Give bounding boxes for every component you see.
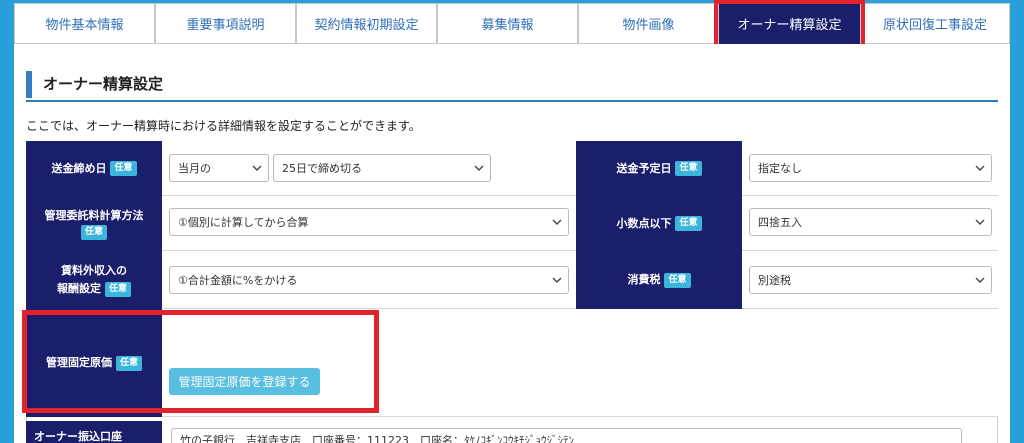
tab-highlight-frame: [714, 0, 865, 50]
non-rent-income-label: 賃料外収入の 報酬設定 任意: [26, 251, 162, 309]
decimal-value: 四捨五入: [758, 216, 802, 229]
section-heading: オーナー精算設定: [26, 71, 998, 102]
closing-day-value: 25日で締め切る: [282, 162, 362, 175]
chevron-down-icon: [474, 165, 484, 171]
fixed-cost-highlight-frame: [22, 310, 379, 413]
decimal-select[interactable]: 四捨五入: [749, 208, 992, 236]
chevron-down-icon: [252, 165, 262, 171]
payment-date-label-text: 送金予定日: [616, 161, 672, 175]
non-rent-income-label-line2: 報酬設定: [56, 282, 101, 295]
optional-badge: 任意: [664, 272, 691, 288]
owner-account-label: オーナー振込口座: [26, 421, 162, 443]
tax-label: 消費税 任意: [576, 251, 742, 309]
chevron-down-icon: [975, 219, 985, 225]
payment-date-value: 指定なし: [758, 162, 802, 175]
closing-day-label-text: 送金締め日: [51, 161, 107, 175]
tax-label-text: 消費税: [627, 273, 661, 286]
mgmt-fee-method-label-text: 管理委託料計算方法: [44, 209, 144, 222]
non-rent-income-label-line1: 賃料外収入の: [61, 264, 127, 277]
chevron-down-icon: [975, 277, 985, 283]
optional-badge: 任意: [675, 216, 702, 231]
closing-month-select[interactable]: 当月の: [169, 154, 269, 182]
payment-date-label: 送金予定日 任意: [576, 141, 742, 196]
decimal-label: 小数点以下 任意: [576, 196, 742, 251]
payment-date-select[interactable]: 指定なし: [749, 154, 992, 182]
non-rent-income-select[interactable]: ①合計金額に%をかける: [169, 266, 569, 294]
optional-badge: 任意: [80, 225, 107, 240]
optional-badge: 任意: [675, 161, 702, 176]
chevron-down-icon: [552, 219, 562, 225]
tab-recruitment[interactable]: 募集情報: [437, 3, 578, 44]
mgmt-fee-method-label: 管理委託料計算方法 任意: [26, 196, 162, 251]
chevron-down-icon: [552, 277, 562, 283]
closing-month-value: 当月の: [178, 162, 211, 175]
page-title: オーナー精算設定: [43, 75, 164, 93]
chevron-down-icon: [975, 165, 985, 171]
closing-day-label: 送金締め日 任意: [26, 141, 162, 196]
mgmt-fee-method-value: ①個別に計算してから合算: [178, 216, 309, 229]
optional-badge: 任意: [110, 161, 137, 176]
decimal-label-text: 小数点以下: [616, 216, 672, 230]
tax-select[interactable]: 別途税: [749, 266, 992, 294]
tab-restoration[interactable]: 原状回復工事設定: [860, 3, 1010, 44]
tab-property-images[interactable]: 物件画像: [578, 3, 719, 44]
tab-important-matters[interactable]: 重要事項説明: [155, 3, 296, 44]
closing-day-select[interactable]: 25日で締め切る: [273, 154, 491, 182]
owner-account-select[interactable]: 竹の子銀行 吉祥寺支店 口座番号：111223 口座名：ﾀｹﾉｺｷﾞﾝｺｳｷﾁｼ…: [171, 428, 962, 443]
tab-contract-initial[interactable]: 契約情報初期設定: [296, 3, 437, 44]
non-rent-income-value: ①合計金額に%をかける: [178, 274, 298, 287]
tax-value: 別途税: [758, 274, 791, 287]
mgmt-fee-method-select[interactable]: ①個別に計算してから合算: [169, 208, 569, 236]
optional-badge: 任意: [104, 281, 131, 297]
tab-property-basic[interactable]: 物件基本情報: [14, 3, 155, 44]
heading-accent-bar: [26, 71, 32, 98]
section-description: ここでは、オーナー精算時における詳細情報を設定することができます。: [26, 119, 421, 133]
